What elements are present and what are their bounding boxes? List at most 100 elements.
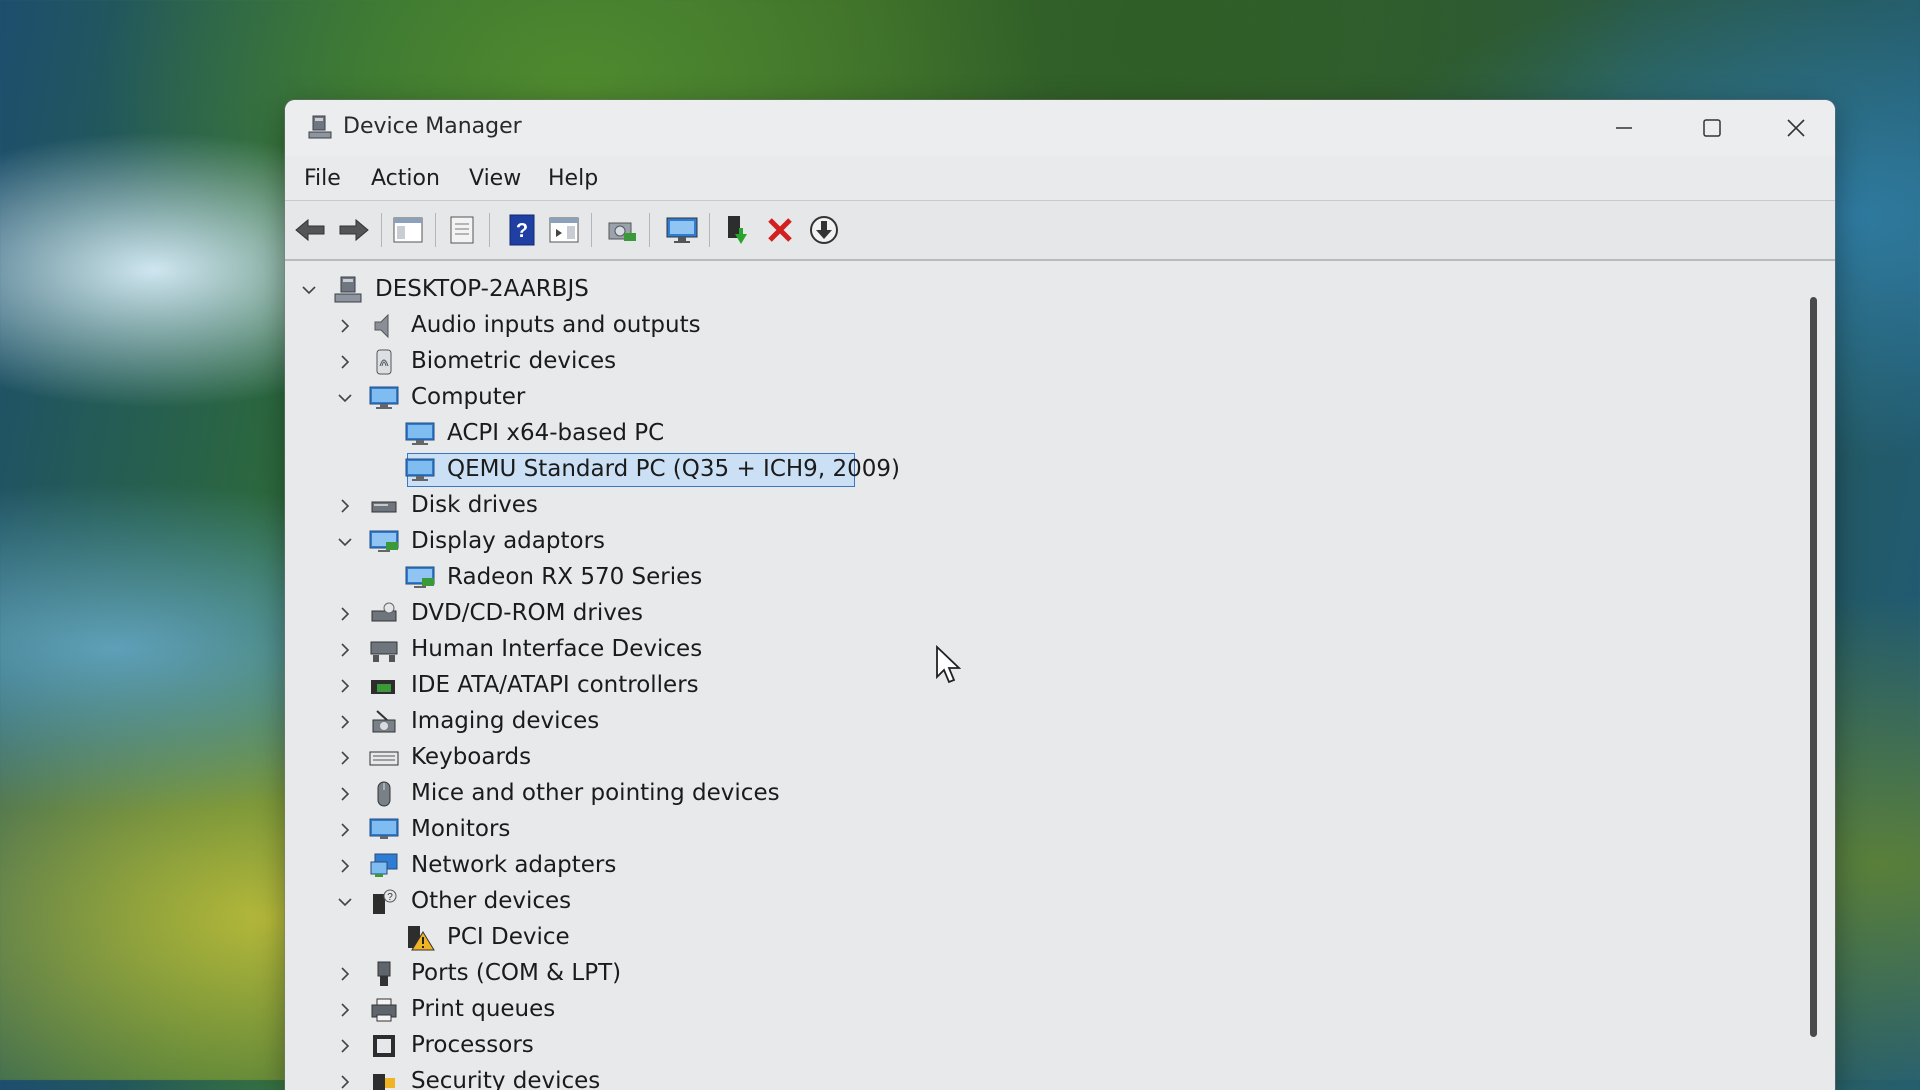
device-tree: DESKTOP-2AARBJS Audio inputs and outputs B…: [285, 261, 1835, 1090]
tree-item-label: DESKTOP-2AARBJS: [375, 276, 589, 302]
tree-category-human-interface-devices[interactable]: Human Interface Devices: [285, 633, 1785, 667]
tree-category-monitors[interactable]: Monitors: [285, 813, 1785, 847]
monitor-icon: [369, 816, 399, 844]
window-title: Device Manager: [343, 114, 522, 139]
chevron-down-icon[interactable]: [335, 532, 355, 552]
tree-item-label: Biometric devices: [411, 348, 617, 374]
tree-category-dvd-cd-rom-drives[interactable]: DVD/CD-ROM drives: [285, 597, 1785, 631]
chevron-right-icon[interactable]: [335, 712, 355, 732]
tree-item-label: Display adaptors: [411, 528, 606, 554]
display-adapter-icon: [369, 528, 399, 556]
chevron-right-icon[interactable]: [335, 676, 355, 696]
menu-view[interactable]: View: [469, 166, 521, 191]
svg-text:?: ?: [516, 220, 528, 242]
tree-category-keyboards[interactable]: Keyboards: [285, 741, 1785, 775]
scan-hardware-icon[interactable]: [605, 213, 639, 247]
show-hide-console-tree-icon[interactable]: [391, 213, 425, 247]
tree-category-network-adapters[interactable]: Network adapters: [285, 849, 1785, 883]
monitor-icon[interactable]: [665, 213, 699, 247]
keyboard-icon: [369, 744, 399, 772]
chevron-right-icon[interactable]: [335, 352, 355, 372]
tree-item-label: Human Interface Devices: [411, 636, 703, 662]
network-adapter-icon: [369, 852, 399, 880]
tree-item-label: Audio inputs and outputs: [411, 312, 701, 338]
tree-item-label: Print queues: [411, 996, 556, 1022]
computer-icon: [405, 456, 435, 484]
chevron-right-icon[interactable]: [335, 964, 355, 984]
tree-category-imaging-devices[interactable]: Imaging devices: [285, 705, 1785, 739]
tree-device-qemu-standard-pc-q35-ich9-2009[interactable]: QEMU Standard PC (Q35 + ICH9, 2009): [285, 453, 1785, 487]
computer-root-icon: [333, 276, 363, 304]
svg-text:?: ?: [387, 892, 393, 903]
tree-category-computer[interactable]: Computer: [285, 381, 1785, 415]
camera-icon: [369, 708, 399, 736]
computer-icon: [405, 420, 435, 448]
help-icon[interactable]: ?: [505, 213, 539, 247]
dvd-drive-icon: [369, 600, 399, 628]
chevron-right-icon[interactable]: [335, 604, 355, 624]
tree-category-security-devices[interactable]: Security devices: [285, 1065, 1785, 1090]
tree-item-label: Other devices: [411, 888, 572, 914]
uninstall-icon[interactable]: [763, 213, 797, 247]
mouse-icon: [369, 780, 399, 808]
menu-action[interactable]: Action: [371, 166, 440, 191]
chevron-right-icon[interactable]: [335, 1000, 355, 1020]
hid-icon: [369, 636, 399, 664]
tree-category-other-devices[interactable]: ? Other devices: [285, 885, 1785, 919]
chevron-down-icon[interactable]: [335, 892, 355, 912]
disk-drive-icon: [369, 492, 399, 520]
chevron-down-icon[interactable]: [299, 280, 319, 300]
tree-device-acpi-x64-based-pc[interactable]: ACPI x64-based PC: [285, 417, 1785, 451]
tree-category-disk-drives[interactable]: Disk drives: [285, 489, 1785, 523]
chevron-right-icon[interactable]: [335, 748, 355, 768]
tree-category-biometric-devices[interactable]: Biometric devices: [285, 345, 1785, 379]
disable-device-icon[interactable]: [807, 213, 841, 247]
tree-item-label: Ports (COM & LPT): [411, 960, 622, 986]
tree-item-label: PCI Device: [447, 924, 570, 950]
tree-item-label: Disk drives: [411, 492, 538, 518]
ide-controller-icon: [369, 672, 399, 700]
chevron-right-icon[interactable]: [335, 640, 355, 660]
tree-root-desktop[interactable]: DESKTOP-2AARBJS: [285, 273, 1785, 307]
menu-help[interactable]: Help: [548, 166, 598, 191]
tree-device-pci-device[interactable]: PCI Device: [285, 921, 1785, 955]
tree-item-label: Network adapters: [411, 852, 617, 878]
toolbar-separator: [489, 213, 490, 247]
chevron-right-icon[interactable]: [335, 856, 355, 876]
toolbar-separator: [709, 213, 710, 247]
tree-category-processors[interactable]: Processors: [285, 1029, 1785, 1063]
forward-icon[interactable]: [337, 213, 371, 247]
vertical-scrollbar[interactable]: [1810, 297, 1817, 1037]
display-adapter-icon: [405, 564, 435, 592]
tree-category-audio-inputs-and-outputs[interactable]: Audio inputs and outputs: [285, 309, 1785, 343]
chevron-right-icon[interactable]: [335, 1072, 355, 1090]
tree-category-print-queues[interactable]: Print queues: [285, 993, 1785, 1027]
tree-item-label: Monitors: [411, 816, 511, 842]
chevron-right-icon[interactable]: [335, 316, 355, 336]
tree-category-ide-ata-atapi-controllers[interactable]: IDE ATA/ATAPI controllers: [285, 669, 1785, 703]
chevron-right-icon[interactable]: [335, 820, 355, 840]
tree-item-label: Computer: [411, 384, 526, 410]
update-driver-icon[interactable]: [719, 213, 753, 247]
tree-category-display-adaptors[interactable]: Display adaptors: [285, 525, 1785, 559]
device-manager-icon: [307, 114, 333, 140]
tree-category-mice-and-other-pointing-devices[interactable]: Mice and other pointing devices: [285, 777, 1785, 811]
title-bar[interactable]: Device Manager: [285, 100, 1835, 156]
menu-file[interactable]: File: [304, 166, 341, 191]
chevron-right-icon[interactable]: [335, 496, 355, 516]
back-icon[interactable]: [293, 213, 327, 247]
audio-icon: [369, 312, 399, 340]
tree-device-radeon-rx-570-series[interactable]: Radeon RX 570 Series: [285, 561, 1785, 595]
properties-icon[interactable]: [445, 213, 479, 247]
chevron-down-icon[interactable]: [335, 388, 355, 408]
port-icon: [369, 960, 399, 988]
chevron-right-icon[interactable]: [335, 1036, 355, 1056]
minimize-button[interactable]: [1580, 100, 1668, 156]
close-button[interactable]: [1752, 100, 1835, 156]
action-pane-icon[interactable]: [547, 213, 581, 247]
maximize-button[interactable]: [1668, 100, 1756, 156]
tree-item-label: Keyboards: [411, 744, 532, 770]
tree-category-ports-com-lpt[interactable]: Ports (COM & LPT): [285, 957, 1785, 991]
chevron-right-icon[interactable]: [335, 784, 355, 804]
mouse-cursor-icon: [936, 645, 961, 684]
